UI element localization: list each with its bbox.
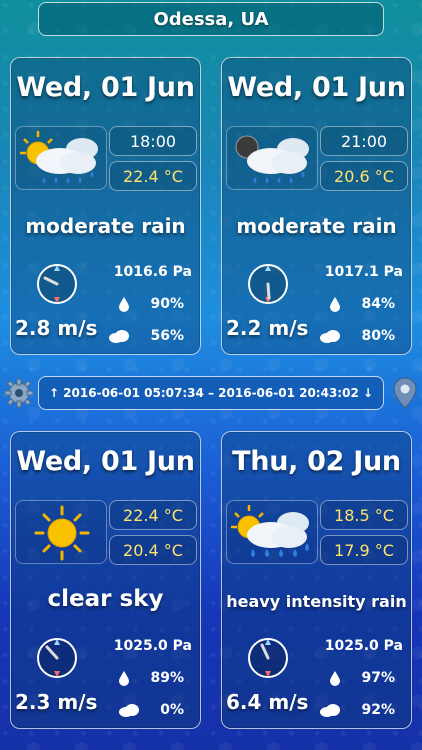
cloudiness-value: 0% — [160, 702, 184, 718]
water-drop-icon — [119, 671, 130, 686]
wind-direction-icon — [248, 638, 288, 678]
moon-cloud-rain-icon — [226, 126, 318, 190]
humidity-row: 97% — [329, 670, 395, 686]
max-temperature: 22.4 °C — [109, 500, 197, 530]
water-drop-icon — [330, 671, 341, 686]
forecast-time: 18:00 — [109, 126, 197, 156]
cloudiness-row: 0% — [118, 702, 184, 718]
wind-speed: 2.8 m/s — [15, 316, 98, 340]
wind-speed: 2.3 m/s — [15, 690, 98, 714]
forecast-date: Thu, 02 Jun — [232, 446, 401, 477]
water-drop-icon — [119, 297, 130, 312]
sun-cloud-heavy-rain-icon — [226, 500, 318, 564]
sun-cloud-rain-icon — [15, 126, 107, 190]
weather-description: clear sky — [47, 586, 164, 612]
min-temperature: 17.9 °C — [320, 535, 408, 565]
humidity-row: 89% — [118, 670, 184, 686]
weather-description: heavy intensity rain — [226, 592, 407, 611]
forecast-date: Wed, 01 Jun — [227, 72, 406, 103]
sunrise-sunset-label: ↑ 2016-06-01 05:07:34 – 2016-06-01 20:43… — [48, 386, 374, 400]
wind-direction-icon — [37, 264, 77, 304]
cloudiness-value: 56% — [150, 328, 184, 344]
water-drop-icon — [330, 297, 341, 312]
wind-speed: 2.2 m/s — [226, 316, 309, 340]
pressure-value: 1025.0 Pa — [113, 638, 192, 654]
pressure-value: 1025.0 Pa — [324, 638, 403, 654]
location-label: Odessa, UA — [153, 8, 269, 30]
humidity-row: 90% — [118, 296, 184, 312]
gear-icon[interactable] — [4, 378, 34, 408]
max-temperature: 18.5 °C — [320, 500, 408, 530]
wind-direction-icon — [248, 264, 288, 304]
humidity-value: 89% — [150, 670, 184, 686]
cloud-icon — [109, 330, 130, 343]
forecast-card[interactable]: Wed, 01 Jun 18:00 22.4 °C moderate rain … — [10, 57, 201, 355]
forecast-temperature: 22.4 °C — [109, 161, 197, 191]
pressure-value: 1017.1 Pa — [324, 264, 403, 280]
cloudiness-row: 92% — [319, 702, 395, 718]
location-bar[interactable]: Odessa, UA — [38, 2, 384, 36]
map-pin-icon[interactable] — [392, 377, 418, 409]
wind-direction-icon — [37, 638, 77, 678]
forecast-time: 21:00 — [320, 126, 408, 156]
cloudiness-row: 56% — [108, 328, 184, 344]
cloud-icon — [320, 704, 341, 717]
humidity-row: 84% — [329, 296, 395, 312]
sun-times-bar: ↑ 2016-06-01 05:07:34 – 2016-06-01 20:43… — [38, 376, 384, 410]
weather-description: moderate rain — [236, 214, 397, 238]
min-temperature: 20.4 °C — [109, 535, 197, 565]
forecast-date: Wed, 01 Jun — [16, 72, 195, 103]
pressure-value: 1016.6 Pa — [113, 264, 192, 280]
forecast-date: Wed, 01 Jun — [16, 446, 195, 477]
cloud-icon — [119, 704, 140, 717]
forecast-card[interactable]: Wed, 01 Jun 21:00 20.6 °C moderate rain … — [221, 57, 412, 355]
sun-icon — [15, 500, 107, 564]
humidity-value: 90% — [150, 296, 184, 312]
cloudiness-row: 80% — [319, 328, 395, 344]
weather-description: moderate rain — [25, 214, 186, 238]
forecast-card[interactable]: Thu, 02 Jun 18.5 °C 17.9 °C heavy intens… — [221, 431, 412, 729]
cloudiness-value: 80% — [361, 328, 395, 344]
forecast-card[interactable]: Wed, 01 Jun 22.4 °C 20.4 °C clear sky 2.… — [10, 431, 201, 729]
humidity-value: 97% — [361, 670, 395, 686]
humidity-value: 84% — [361, 296, 395, 312]
wind-speed: 6.4 m/s — [226, 690, 309, 714]
cloudiness-value: 92% — [361, 702, 395, 718]
cloud-icon — [320, 330, 341, 343]
forecast-temperature: 20.6 °C — [320, 161, 408, 191]
